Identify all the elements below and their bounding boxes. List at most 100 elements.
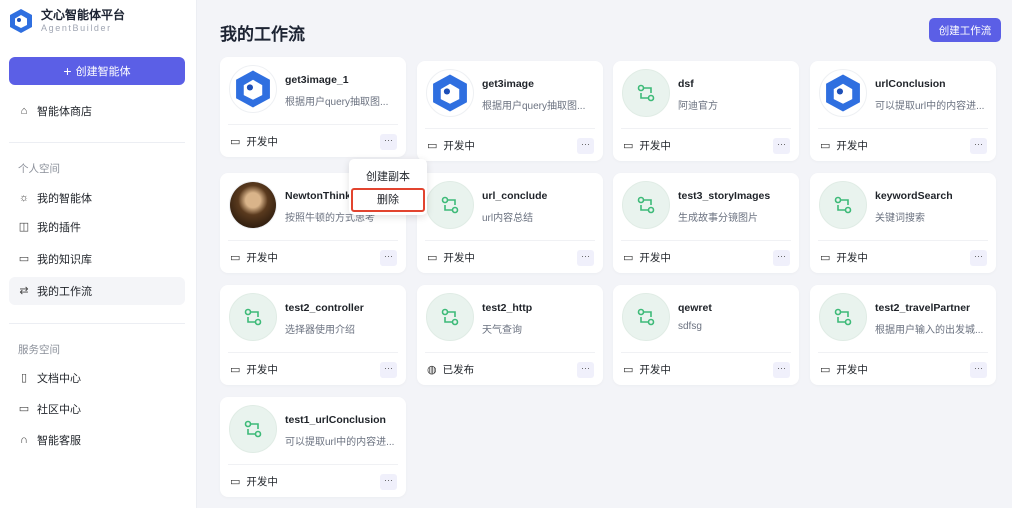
more-button[interactable]: ··· — [577, 250, 594, 266]
card-avatar — [229, 405, 277, 453]
workflow-card[interactable]: url_conclude url内容总结 ▭ 开发中 ··· — [417, 173, 603, 273]
workflow-card[interactable]: keywordSearch 关键词搜索 ▭ 开发中 ··· — [810, 173, 996, 273]
monitor-icon: ▭ — [230, 364, 241, 376]
more-button[interactable]: ··· — [380, 362, 397, 378]
card-title: test2_http — [482, 302, 533, 314]
more-button[interactable]: ··· — [970, 250, 987, 266]
card-avatar — [229, 293, 277, 341]
status: ▭ 开发中 — [623, 364, 671, 376]
more-button[interactable]: ··· — [380, 250, 397, 266]
card-description: 根据用户输入的出发城... — [875, 325, 984, 336]
store-icon: ⌂ — [20, 105, 28, 117]
workflow-icon — [244, 420, 262, 438]
workflow-card[interactable]: get3image 根据用户query抽取图... ▭ 开发中 ··· — [417, 61, 603, 161]
card-avatar — [229, 181, 277, 229]
divider — [425, 240, 595, 241]
status: ▭ 开发中 — [820, 252, 868, 264]
create-workflow-button[interactable]: 创建工作流 — [929, 18, 1001, 42]
sidebar-item-community[interactable]: ▭ 社区中心 — [9, 395, 185, 423]
workflow-card[interactable]: qewret sdfsg ▭ 开发中 ··· — [613, 285, 799, 385]
divider — [228, 464, 398, 465]
more-button[interactable]: ··· — [773, 138, 790, 154]
card-avatar — [819, 181, 867, 229]
section-title-personal: 个人空间 — [18, 163, 60, 175]
divider — [818, 240, 988, 241]
status: ▭ 开发中 — [230, 136, 278, 148]
monitor-icon: ▭ — [427, 140, 438, 152]
more-button[interactable]: ··· — [577, 138, 594, 154]
workflow-card[interactable]: get3image_1 根据用户query抽取图... ▭ 开发中 ··· — [220, 57, 406, 157]
sidebar-item-store[interactable]: ⌂ 智能体商店 — [9, 97, 185, 125]
workflow-card[interactable]: test2_travelPartner 根据用户输入的出发城... ▭ 开发中 ·… — [810, 285, 996, 385]
workflow-icon — [834, 308, 852, 326]
card-title: get3image — [482, 78, 534, 90]
sidebar-item-my-plugins[interactable]: ◫ 我的插件 — [9, 213, 185, 241]
card-avatar — [622, 181, 670, 229]
divider — [425, 352, 595, 353]
monitor-icon: ▭ — [623, 364, 634, 376]
card-title: url_conclude — [482, 190, 548, 202]
card-description: sdfsg — [678, 321, 702, 332]
status: ◍ 已发布 — [427, 364, 475, 376]
brand-logo[interactable]: 文心智能体平台 AgentBuilder — [8, 8, 125, 34]
more-button[interactable]: ··· — [970, 138, 987, 154]
divider — [9, 323, 185, 324]
card-avatar — [819, 293, 867, 341]
divider — [425, 128, 595, 129]
workflow-icon — [441, 308, 459, 326]
logo-icon — [433, 74, 467, 112]
more-button[interactable]: ··· — [773, 362, 790, 378]
create-agent-button[interactable]: + 创建智能体 — [9, 57, 185, 85]
status: ▭ 开发中 — [820, 364, 868, 376]
card-title: test2_travelPartner — [875, 302, 971, 314]
more-button[interactable]: ··· — [380, 474, 397, 490]
status: ▭ 开发中 — [623, 252, 671, 264]
sidebar-item-my-knowledge[interactable]: ▭ 我的知识库 — [9, 245, 185, 273]
menu-item-copy[interactable]: 创建副本 — [349, 168, 427, 184]
workflow-card[interactable]: test2_controller 选择器使用介绍 ▭ 开发中 ··· — [220, 285, 406, 385]
workflow-icon: ⇄ — [19, 285, 29, 297]
divider — [818, 352, 988, 353]
page-title: 我的工作流 — [220, 25, 305, 44]
sidebar-item-docs[interactable]: ▯ 文档中心 — [9, 364, 185, 392]
workflow-card[interactable]: dsf 阿迪官方 ▭ 开发中 ··· — [613, 61, 799, 161]
card-description: 关键词搜索 — [875, 213, 925, 224]
workflow-card[interactable]: urlConclusion 可以提取url中的内容进... ▭ 开发中 ··· — [810, 61, 996, 161]
card-title: test1_urlConclusion — [285, 414, 386, 426]
card-title: get3image_1 — [285, 74, 349, 86]
card-title: test2_controller — [285, 302, 364, 314]
card-avatar — [426, 293, 474, 341]
menu-item-delete[interactable]: 删除 — [351, 188, 425, 212]
more-button[interactable]: ··· — [380, 134, 397, 150]
workflow-card[interactable]: test1_urlConclusion 可以提取url中的内容进... ▭ 开发中… — [220, 397, 406, 497]
sidebar-item-my-agents[interactable]: ☼ 我的智能体 — [9, 184, 185, 212]
workflow-icon — [637, 84, 655, 102]
card-title: qewret — [678, 302, 712, 314]
layout-icon: ◫ — [18, 221, 30, 233]
workflow-icon — [244, 308, 262, 326]
monitor-icon: ▭ — [427, 252, 438, 264]
card-avatar — [229, 65, 277, 113]
card-title: keywordSearch — [875, 190, 953, 202]
chat-icon: ▭ — [18, 403, 30, 415]
status: ▭ 开发中 — [230, 364, 278, 376]
card-title: test3_storyImages — [678, 190, 771, 202]
card-avatar — [622, 293, 670, 341]
card-title: NewtonThink — [285, 190, 351, 202]
document-icon: ▯ — [20, 372, 28, 384]
more-button[interactable]: ··· — [577, 362, 594, 378]
sidebar-item-my-workflows[interactable]: ⇄ 我的工作流 — [9, 277, 185, 305]
more-button[interactable]: ··· — [970, 362, 987, 378]
status: ▭ 开发中 — [820, 140, 868, 152]
more-button[interactable]: ··· — [773, 250, 790, 266]
card-description: 阿迪官方 — [678, 101, 718, 112]
brand-sub: AgentBuilder — [41, 23, 112, 33]
workflow-card[interactable]: test2_http 天气查询 ◍ 已发布 ··· — [417, 285, 603, 385]
sidebar-item-support[interactable]: ∩ 智能客服 — [9, 426, 185, 454]
card-description: 选择器使用介绍 — [285, 325, 355, 336]
status: ▭ 开发中 — [427, 140, 475, 152]
card-title: urlConclusion — [875, 78, 946, 90]
monitor-icon: ▭ — [230, 252, 241, 264]
section-title-service: 服务空间 — [18, 344, 60, 356]
workflow-card[interactable]: test3_storyImages 生成故事分镜图片 ▭ 开发中 ··· — [613, 173, 799, 273]
